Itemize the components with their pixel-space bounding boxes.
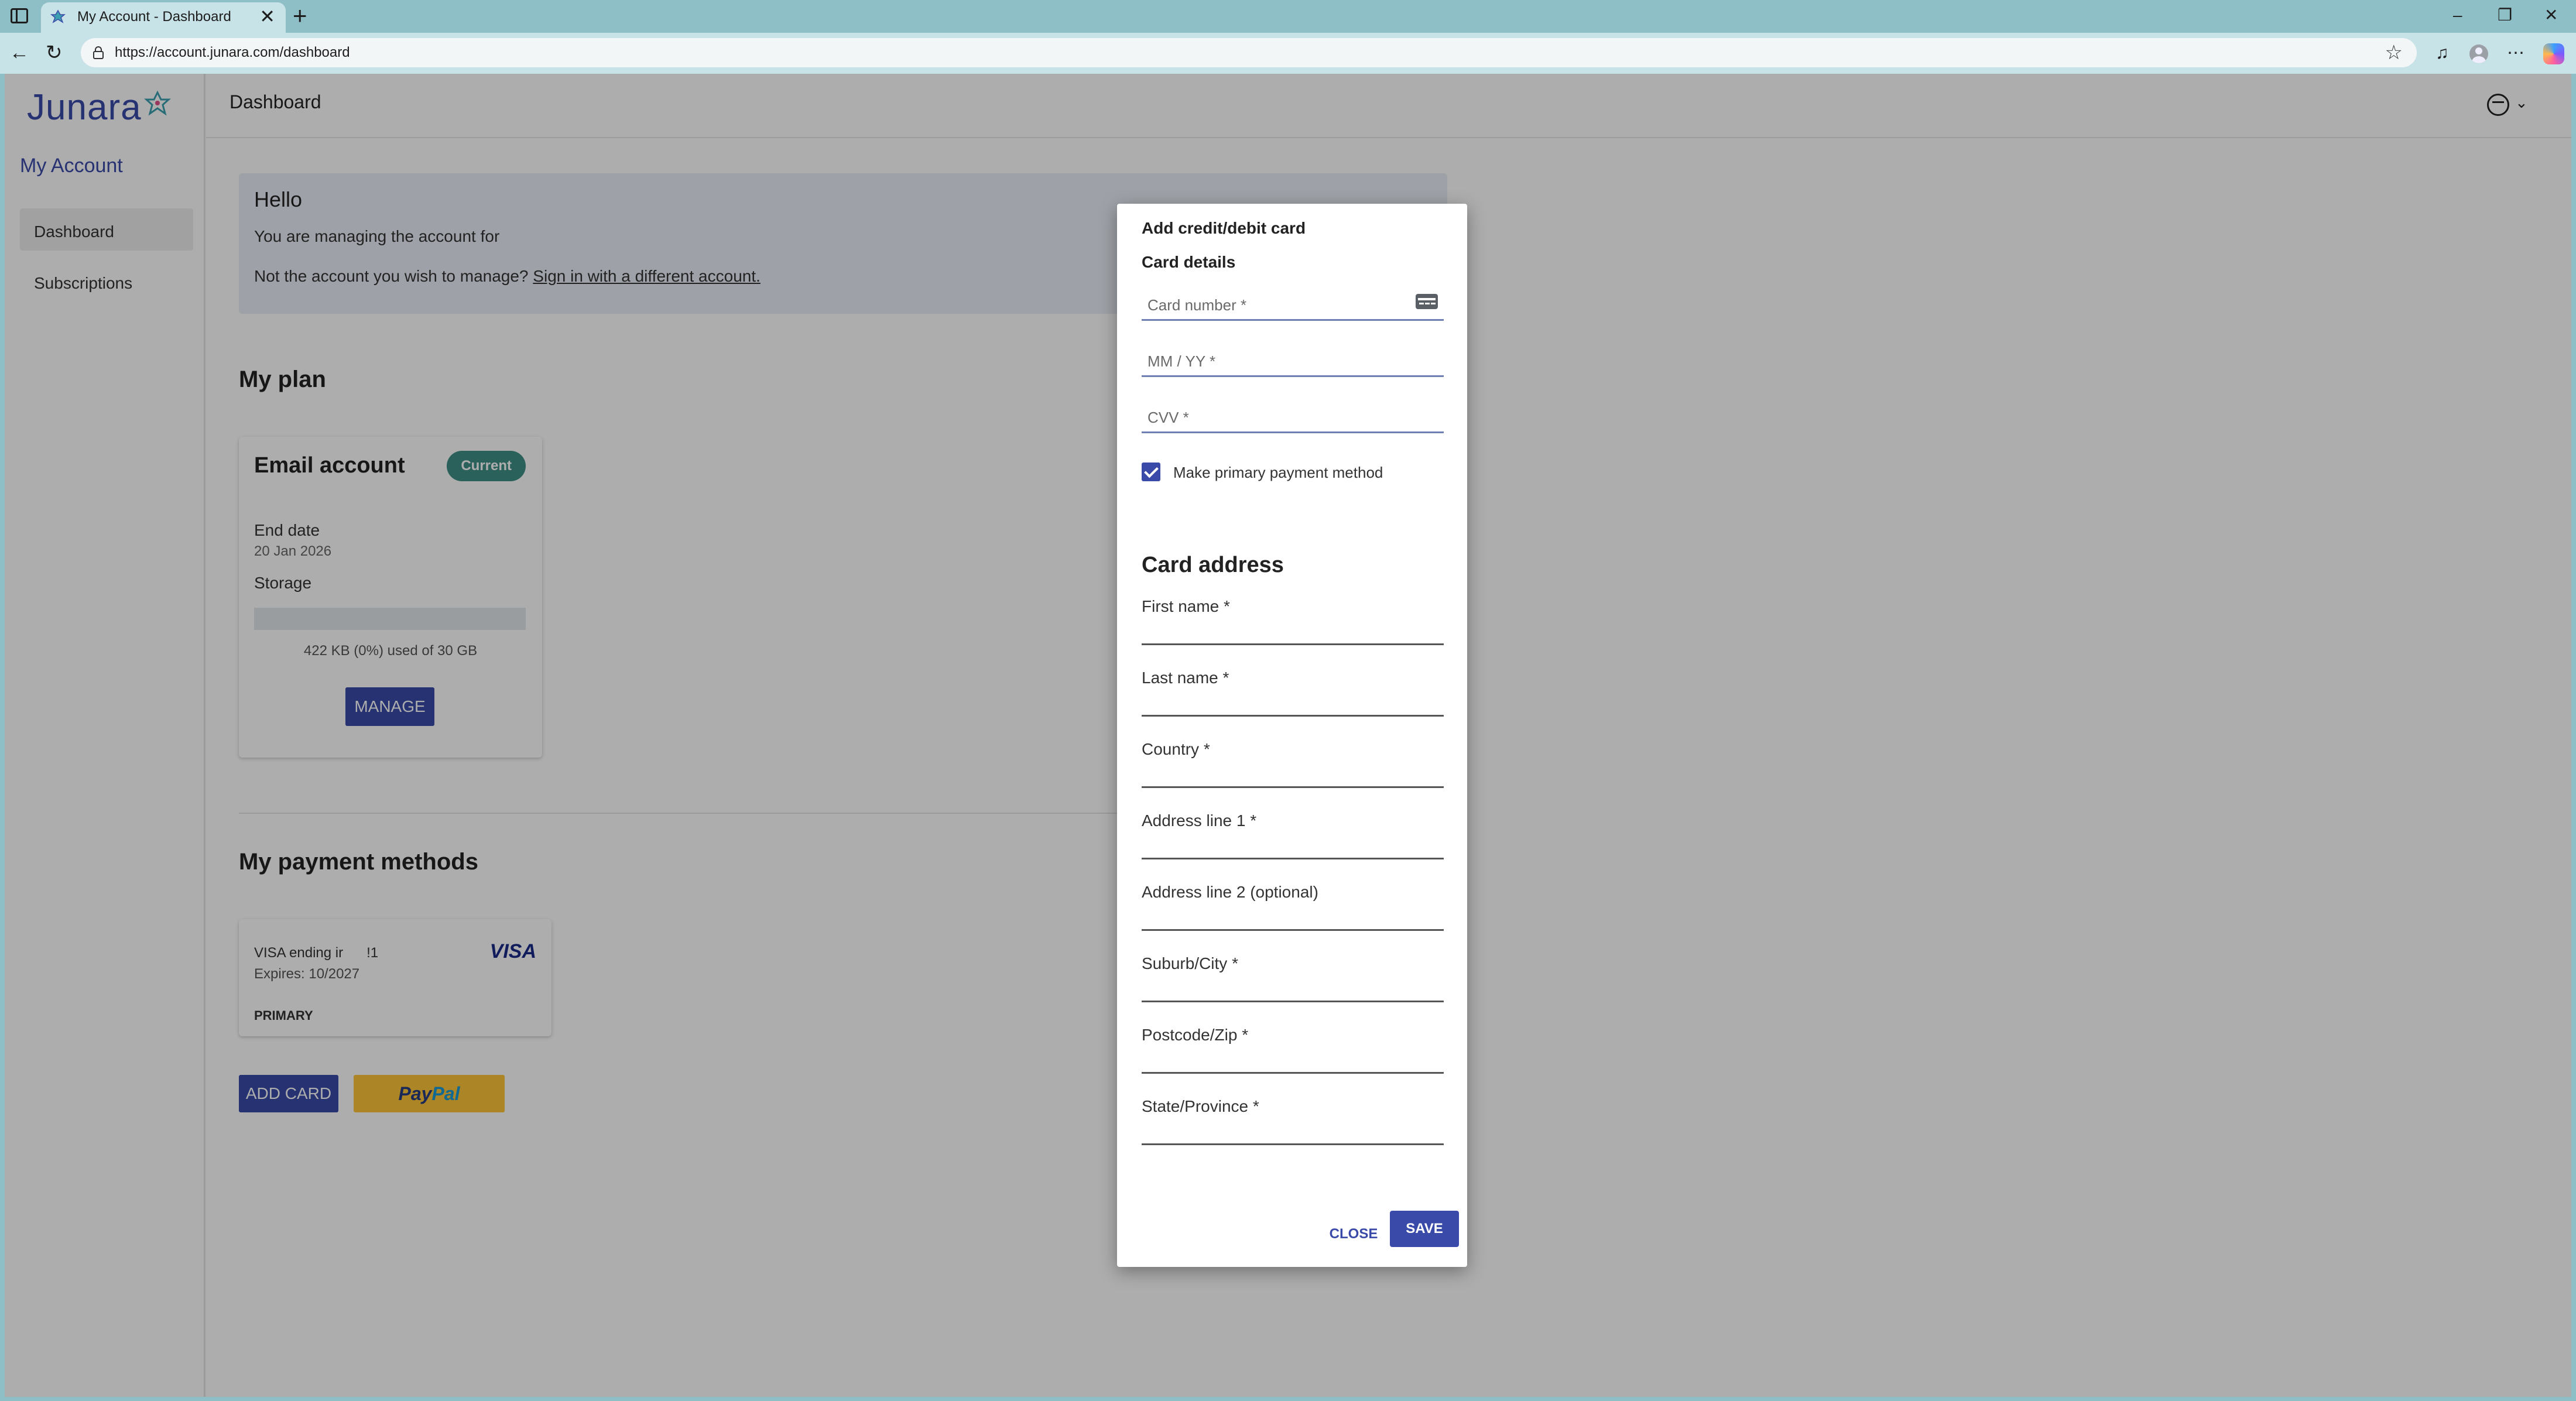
save-button[interactable]: SAVE	[1390, 1211, 1459, 1247]
country-field[interactable]: Country *	[1142, 740, 1444, 788]
profile-avatar-icon[interactable]	[2469, 44, 2488, 63]
media-control-icon[interactable]: ♫	[2435, 42, 2449, 64]
url-text[interactable]: https://account.junara.com/dashboard	[115, 44, 350, 61]
minimize-icon[interactable]: –	[2453, 4, 2462, 27]
card-details-heading: Card details	[1142, 253, 1236, 271]
address-line-1-field[interactable]: Address line 1 *	[1142, 811, 1444, 859]
credit-card-icon	[1416, 294, 1438, 309]
copilot-icon[interactable]	[2543, 43, 2564, 64]
first-name-field[interactable]: First name *	[1142, 597, 1444, 645]
address-bar[interactable]: https://account.junara.com/dashboard ☆	[81, 38, 2417, 67]
postcode-field[interactable]: Postcode/Zip *	[1142, 1026, 1444, 1074]
field-label: State/Province *	[1142, 1097, 1259, 1115]
restore-icon[interactable]: ❐	[2498, 4, 2512, 27]
browser-toolbar: ← ↻ https://account.junara.com/dashboard…	[0, 33, 2576, 74]
tab-title: My Account - Dashboard	[77, 9, 231, 25]
card-address-heading: Card address	[1142, 553, 1284, 577]
card-number-placeholder: Card number *	[1147, 296, 1247, 314]
address-line-2-field[interactable]: Address line 2 (optional)	[1142, 883, 1444, 931]
bookmark-star-icon[interactable]: ☆	[2385, 42, 2403, 64]
field-label: Postcode/Zip *	[1142, 1026, 1249, 1044]
back-icon[interactable]: ←	[9, 41, 29, 64]
field-label: Country *	[1142, 740, 1210, 758]
expiry-placeholder: MM / YY *	[1147, 352, 1216, 370]
page-viewport: Junara My Account Dashboard Subscription…	[5, 74, 2571, 1397]
make-primary-checkbox[interactable]	[1142, 463, 1160, 481]
state-province-field[interactable]: State/Province *	[1142, 1097, 1444, 1145]
browser-tab-strip: My Account - Dashboard ✕ + – ❐ ✕	[0, 0, 2576, 33]
tab-close-icon[interactable]: ✕	[259, 6, 275, 27]
field-label: Address line 2 (optional)	[1142, 883, 1318, 901]
browser-tab[interactable]: My Account - Dashboard ✕	[41, 2, 286, 33]
last-name-field[interactable]: Last name *	[1142, 669, 1444, 717]
expiry-input[interactable]: MM / YY *	[1142, 348, 1444, 377]
make-primary-label: Make primary payment method	[1173, 464, 1383, 481]
field-label: Address line 1 *	[1142, 811, 1257, 830]
cvv-input[interactable]: CVV *	[1142, 404, 1444, 433]
dialog-title: Add credit/debit card	[1142, 219, 1306, 237]
make-primary-checkbox-row[interactable]: Make primary payment method	[1142, 460, 1444, 484]
field-label: Last name *	[1142, 669, 1229, 687]
suburb-city-field[interactable]: Suburb/City *	[1142, 954, 1444, 1002]
window-close-icon[interactable]: ✕	[2544, 4, 2558, 27]
add-card-dialog: Add credit/debit card Card details Card …	[1117, 204, 1467, 1267]
close-button[interactable]: CLOSE	[1324, 1222, 1383, 1246]
more-menu-icon[interactable]: ⋯	[2507, 42, 2524, 64]
field-label: Suburb/City *	[1142, 954, 1238, 972]
field-label: First name *	[1142, 597, 1230, 615]
site-info-icon[interactable]	[93, 46, 104, 60]
junara-favicon-icon	[50, 9, 66, 23]
cvv-placeholder: CVV *	[1147, 409, 1189, 426]
new-tab-button[interactable]: +	[293, 1, 307, 30]
card-number-input[interactable]: Card number *	[1142, 292, 1444, 321]
reload-icon[interactable]: ↻	[46, 41, 63, 64]
sidebar-panel-icon[interactable]	[11, 8, 28, 23]
